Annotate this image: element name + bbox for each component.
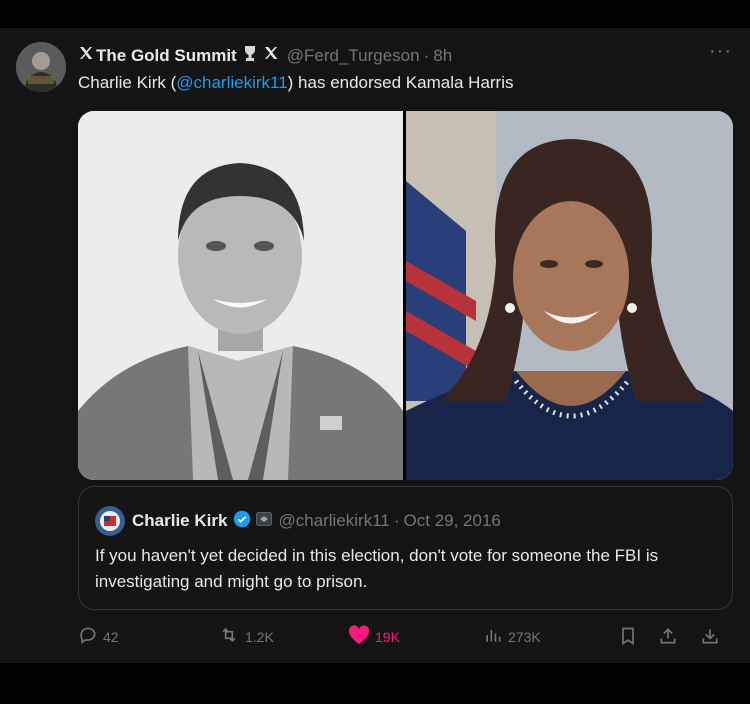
quoted-tweet-text: If you haven't yet decided in this elect… — [95, 546, 659, 591]
separator-dot: · — [393, 511, 400, 530]
tweet-card[interactable]: The Gold Summit @Ferd_Turgeson · 8h ··· … — [0, 28, 750, 663]
tweet-time[interactable]: 8h — [433, 45, 452, 67]
tweet-text-before: Charlie Kirk ( — [78, 73, 177, 92]
repost-icon — [218, 625, 245, 648]
photo-right[interactable] — [406, 111, 733, 480]
reply-icon — [78, 625, 103, 648]
author-avatar[interactable] — [16, 42, 66, 92]
share-icon — [658, 625, 683, 650]
separator-dot: · — [423, 46, 430, 65]
reply-count: 42 — [103, 628, 119, 645]
bookmark-icon — [618, 625, 643, 650]
reply-button[interactable]: 42 — [78, 625, 119, 648]
tweet-text: Charlie Kirk (@charliekirk11) has endors… — [78, 71, 514, 95]
top-letterbox — [0, 0, 750, 28]
repost-count: 1.2K — [245, 628, 274, 645]
tweet-text-after: ) has endorsed Kamala Harris — [287, 73, 514, 92]
share-button[interactable] — [658, 625, 683, 650]
quoted-tweet-header: Charlie Kirk @charliekirk11 · Oct 29, 20… — [95, 506, 501, 536]
views-icon — [483, 625, 508, 648]
download-icon — [700, 625, 725, 650]
affiliate-badge-icon — [256, 511, 273, 531]
quoted-author-handle[interactable]: @charliekirk11 — [278, 511, 389, 531]
more-icon[interactable]: ··· — [709, 40, 732, 63]
tweet-media[interactable] — [78, 111, 733, 480]
like-count: 19K — [375, 628, 400, 645]
bottom-letterbox — [0, 663, 750, 704]
x-logo-icon — [263, 45, 279, 67]
author-handle[interactable]: @Ferd_Turgeson — [287, 45, 420, 67]
download-button[interactable] — [700, 625, 725, 650]
like-button[interactable]: 19K — [348, 625, 400, 648]
views-count: 273K — [508, 628, 541, 645]
action-bar: 42 1.2K 19K 273K — [78, 625, 738, 649]
tweet-header: The Gold Summit @Ferd_Turgeson · 8h — [78, 44, 690, 68]
repost-button[interactable]: 1.2K — [218, 625, 274, 648]
bookmark-button[interactable] — [618, 625, 643, 650]
verified-badge-icon — [233, 510, 251, 533]
quoted-author-name[interactable]: Charlie Kirk — [132, 511, 227, 531]
trophy-icon — [243, 44, 257, 68]
mention-link[interactable]: @charliekirk11 — [176, 73, 287, 92]
quoted-author-avatar[interactable] — [95, 506, 125, 536]
photo-left[interactable] — [78, 111, 403, 480]
heart-icon — [348, 625, 375, 648]
x-logo-icon — [78, 45, 94, 67]
quoted-tweet[interactable]: Charlie Kirk @charliekirk11 · Oct 29, 20… — [78, 486, 733, 610]
views-button[interactable]: 273K — [483, 625, 541, 648]
author-name[interactable]: The Gold Summit — [96, 45, 237, 67]
quoted-tweet-date[interactable]: Oct 29, 2016 — [404, 511, 501, 531]
